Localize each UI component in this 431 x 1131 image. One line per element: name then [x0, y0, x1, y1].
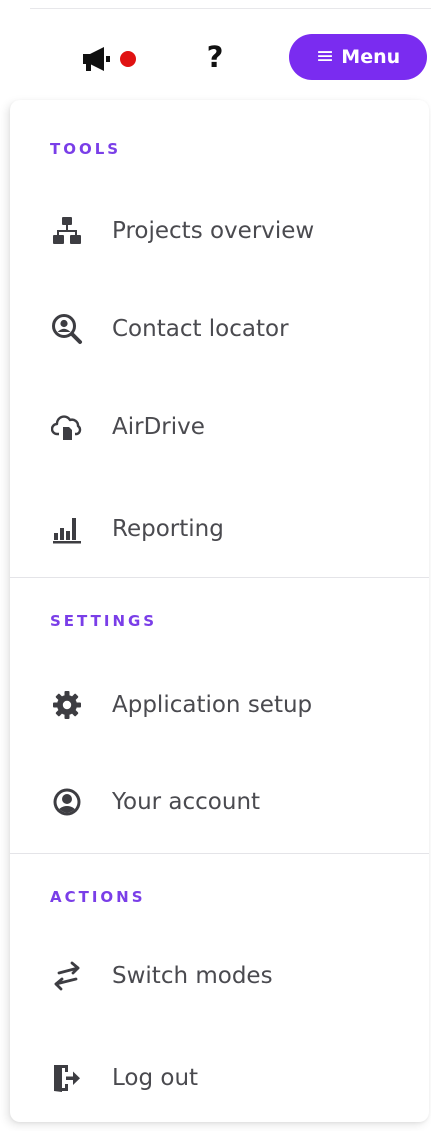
gear-icon [50, 688, 84, 722]
menu-dropdown: TOOLS Projects overview Contact locator … [10, 100, 429, 1122]
menu-item-your-account[interactable]: Your account [10, 770, 429, 834]
menu-button-label: Menu [341, 46, 401, 68]
menu-item-label: Your account [112, 789, 261, 815]
app-page: ? ≡ Menu TOOLS Projects overview Contact… [0, 0, 431, 1131]
menu-item-label: Contact locator [112, 316, 289, 342]
menu-button[interactable]: ≡ Menu [289, 34, 427, 80]
menu-item-label: Switch modes [112, 963, 273, 989]
top-bar: ? ≡ Menu [0, 0, 431, 98]
notification-dot [120, 51, 136, 67]
menu-item-airdrive[interactable]: AirDrive [10, 395, 429, 459]
top-divider [30, 8, 431, 9]
cloud-file-icon [50, 410, 84, 444]
menu-item-projects-overview[interactable]: Projects overview [10, 199, 429, 263]
search-user-icon [50, 312, 84, 346]
bar-chart-icon [50, 512, 84, 546]
section-title-actions: ACTIONS [50, 888, 146, 906]
hamburger-icon: ≡ [315, 44, 335, 69]
section-title-tools: TOOLS [50, 140, 122, 158]
section-title-settings: SETTINGS [50, 612, 158, 630]
menu-item-contact-locator[interactable]: Contact locator [10, 297, 429, 361]
menu-item-application-setup[interactable]: Application setup [10, 673, 429, 737]
menu-item-log-out[interactable]: Log out [10, 1046, 429, 1110]
sitemap-icon [50, 214, 84, 248]
help-button[interactable]: ? [200, 36, 230, 78]
logout-door-icon [50, 1061, 84, 1095]
menu-item-switch-modes[interactable]: Switch modes [10, 944, 429, 1008]
megaphone-icon [82, 46, 112, 72]
menu-item-label: Log out [112, 1065, 199, 1091]
user-circle-icon [50, 785, 84, 819]
announcements-button[interactable] [82, 42, 148, 76]
swap-arrows-icon [50, 959, 84, 993]
menu-item-reporting[interactable]: Reporting [10, 497, 429, 561]
menu-item-label: AirDrive [112, 414, 205, 440]
menu-item-label: Projects overview [112, 218, 315, 244]
menu-item-label: Application setup [112, 692, 313, 718]
section-divider [10, 853, 429, 854]
section-divider [10, 577, 429, 578]
menu-item-label: Reporting [112, 516, 224, 542]
